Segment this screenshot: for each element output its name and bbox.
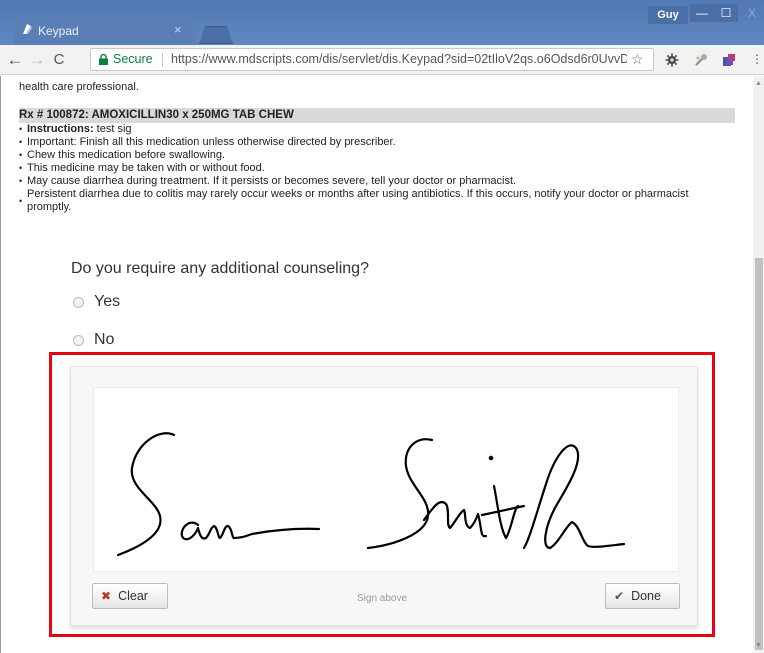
- counseling-question: Do you require any additional counseling…: [71, 260, 369, 277]
- address-bar[interactable]: Secure https://www.mdscripts.com/dis/ser…: [90, 48, 654, 71]
- instructions-label: Instructions:: [27, 123, 94, 135]
- signature-pad: ✖ Clear Sign above ✔ Done: [70, 366, 698, 626]
- list-item: This medicine may be taken with or witho…: [19, 162, 735, 175]
- maximize-button[interactable]: ☐: [714, 4, 738, 22]
- extension-puzzle-icon[interactable]: [722, 53, 736, 67]
- reload-icon[interactable]: C: [50, 51, 68, 68]
- radio-label: Yes: [94, 293, 121, 310]
- minimize-button[interactable]: —: [690, 4, 714, 22]
- clear-button[interactable]: ✖ Clear: [92, 583, 168, 609]
- clear-label: Clear: [118, 589, 148, 603]
- forward-icon[interactable]: →: [28, 50, 46, 70]
- browser-toolbar: ← → C Secure https://www.mdscripts.com/d…: [0, 45, 764, 75]
- checkmark-icon: ✔: [614, 589, 625, 603]
- radio-label: No: [94, 331, 115, 348]
- url-text[interactable]: https://www.mdscripts.com/dis/servlet/di…: [171, 49, 627, 70]
- signature-drawing: [116, 432, 626, 557]
- keypad-favicon-icon: [23, 24, 32, 34]
- scroll-down-icon[interactable]: ▼: [755, 642, 762, 649]
- scroll-up-icon[interactable]: ▲: [755, 80, 762, 87]
- radio-yes[interactable]: Yes: [73, 293, 120, 311]
- list-item: Persistent diarrhea due to colitis may r…: [19, 188, 735, 214]
- lock-icon: [99, 54, 108, 65]
- radio-button[interactable]: [73, 334, 84, 346]
- signature-canvas[interactable]: [93, 387, 679, 572]
- new-tab-button[interactable]: [199, 26, 233, 44]
- radio-no[interactable]: No: [73, 331, 114, 349]
- list-item: Important: Finish all this medication un…: [19, 136, 735, 149]
- extension-gear-icon[interactable]: [665, 53, 679, 67]
- page-viewport: health care professional. Rx # 100872: A…: [0, 76, 764, 653]
- bookmark-star-icon[interactable]: ☆: [631, 49, 644, 70]
- secure-label: Secure: [113, 52, 153, 66]
- close-window-button[interactable]: X: [740, 4, 764, 22]
- tab-title: Keypad: [38, 24, 79, 38]
- list-item: Instructions: test sig: [19, 123, 735, 136]
- instructions-value: test sig: [93, 123, 132, 135]
- tab-close-icon[interactable]: ×: [174, 22, 182, 37]
- list-item: Chew this medication before swallowing.: [19, 149, 735, 162]
- scroll-thumb[interactable]: [755, 258, 763, 650]
- radio-button[interactable]: [73, 296, 84, 308]
- instruction-list: Instructions: test sig Important: Finish…: [19, 123, 735, 214]
- list-item: May cause diarrhea during treatment. If …: [19, 175, 735, 188]
- profile-button[interactable]: Guy: [648, 6, 688, 24]
- done-label: Done: [631, 589, 661, 603]
- sign-above-hint: Sign above: [357, 593, 408, 604]
- rx-header: Rx # 100872: AMOXICILLIN30 x 250MG TAB C…: [19, 108, 735, 123]
- menu-dots-icon[interactable]: ⋮: [748, 52, 764, 66]
- done-button[interactable]: ✔ Done: [605, 583, 680, 609]
- back-icon[interactable]: ←: [6, 50, 24, 70]
- extension-tools-icon[interactable]: [694, 53, 708, 67]
- vertical-scrollbar[interactable]: ▲ ▼: [753, 76, 764, 653]
- omnibox-separator: [162, 53, 163, 67]
- clear-icon: ✖: [101, 589, 112, 603]
- hcp-text: health care professional.: [19, 81, 139, 93]
